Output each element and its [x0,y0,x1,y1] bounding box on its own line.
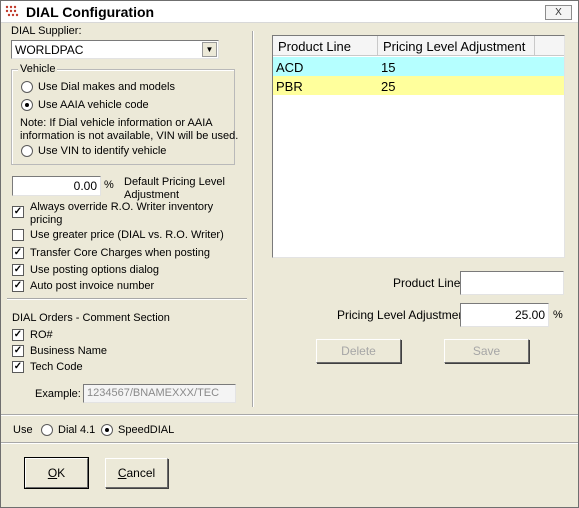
always-override-label-line2: pricing [30,214,63,226]
checkbox-business-name[interactable]: ✓ [12,345,24,357]
checkbox-always-override[interactable]: ✓ [12,206,24,218]
ok-button-label: OK [47,466,66,480]
cell-adjustment: 25 [381,79,396,94]
delete-button[interactable]: Delete [316,339,401,363]
cell-adjustment: 15 [381,60,396,75]
column-header-product-line[interactable]: Product Line [273,36,378,56]
section-divider [7,298,247,300]
example-label: Example: [35,388,81,400]
title-bar: DIAL Configuration X [1,1,578,23]
window-title: DIAL Configuration [26,4,155,20]
default-pricing-input[interactable]: 0.00 [12,176,101,196]
column-divider [252,31,254,407]
radio-aaia-code[interactable] [21,99,33,111]
table-header: Product Line Pricing Level Adjustment [273,36,564,56]
always-override-label-line1: Always override R.O. Writer inventory [30,201,214,213]
chevron-down-icon[interactable]: ▼ [202,42,217,57]
cancel-button-label: Cancel [117,466,156,480]
vehicle-note-line2: information is not available, VIN will b… [20,130,239,142]
radio-speeddial-label: SpeedDIAL [118,424,175,436]
column-header-pricing-adjustment[interactable]: Pricing Level Adjustment [378,36,535,56]
example-value: 1234567/BNAMEXXX/TEC [87,387,220,399]
use-row-divider-top [1,414,578,416]
radio-dial41[interactable] [41,424,53,436]
adjustment-input[interactable]: 25.00 [460,303,549,327]
transfer-core-label: Transfer Core Charges when posting [30,247,210,259]
supplier-value: WORLDPAC [15,43,84,57]
vehicle-note-line1: Note: If Dial vehicle information or AAI… [20,117,213,129]
radio-dial-makes[interactable] [21,81,33,93]
cancel-button[interactable]: Cancel [105,458,168,488]
dial-app-icon [5,5,19,17]
checkbox-ro-number[interactable]: ✓ [12,329,24,341]
default-pricing-label-line1: Default Pricing Level [124,176,225,188]
default-pricing-value: 0.00 [73,179,97,193]
checkbox-tech-code[interactable]: ✓ [12,361,24,373]
radio-aaia-code-label: Use AAIA vehicle code [38,99,149,111]
close-button[interactable]: X [545,5,572,20]
checkbox-transfer-core[interactable]: ✓ [12,247,24,259]
adjustment-percent: % [553,309,563,321]
save-button[interactable]: Save [444,339,529,363]
checkbox-posting-options[interactable]: ✓ [12,264,24,276]
posting-options-label: Use posting options dialog [30,264,160,276]
product-line-input[interactable] [460,271,564,295]
use-row-divider-bottom [1,442,578,444]
table-row[interactable]: PBR 25 [273,76,564,95]
cell-product-line: PBR [276,79,303,94]
supplier-label: DIAL Supplier: [11,25,82,37]
example-field: 1234567/BNAMEXXX/TEC [83,384,236,403]
radio-vin[interactable] [21,145,33,157]
supplier-select[interactable]: WORLDPAC ▼ [11,40,219,59]
product-line-label: Product Line [393,276,461,290]
pricing-table[interactable]: Product Line Pricing Level Adjustment AC… [272,35,565,258]
default-pricing-label-line2: Adjustment [124,189,180,201]
comment-section-title: DIAL Orders - Comment Section [12,312,170,324]
table-row[interactable]: ACD 15 [273,57,564,76]
business-name-label: Business Name [30,345,108,357]
radio-vin-label: Use VIN to identify vehicle [38,145,167,157]
radio-speeddial[interactable] [101,424,113,436]
use-label: Use [13,424,33,436]
auto-post-label: Auto post invoice number [30,280,155,292]
greater-price-label: Use greater price (DIAL vs. R.O. Writer) [30,229,224,241]
ro-number-label: RO# [30,329,53,341]
radio-dial-makes-label: Use Dial makes and models [38,81,175,93]
default-pricing-percent: % [104,179,114,191]
adjustment-label: Pricing Level Adjustment [337,308,469,322]
ok-button[interactable]: OK [24,457,89,489]
vehicle-group-title: Vehicle [18,63,58,75]
radio-dial41-label: Dial 4.1 [58,424,96,436]
dial-configuration-window: DIAL Configuration X DIAL Supplier: WORL… [0,0,579,508]
cell-product-line: ACD [276,60,304,75]
checkbox-greater-price[interactable] [12,229,24,241]
close-icon: X [555,7,562,18]
delete-button-label: Delete [341,344,376,358]
save-button-label: Save [472,344,501,358]
tech-code-label: Tech Code [30,361,83,373]
checkbox-auto-post[interactable]: ✓ [12,280,24,292]
adjustment-value: 25.00 [514,308,545,322]
